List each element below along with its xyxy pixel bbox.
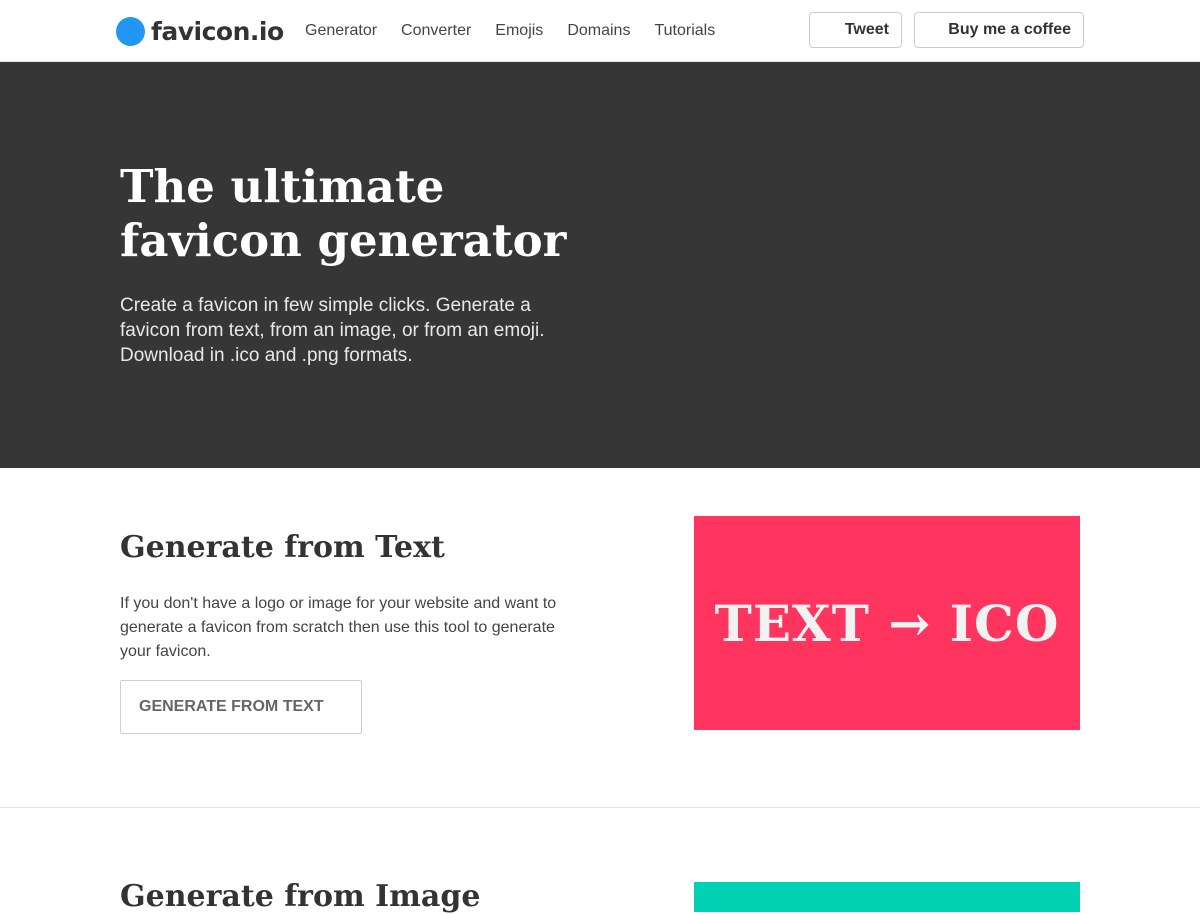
- hero-section: The ultimate favicon generator Create a …: [0, 62, 1200, 468]
- brand-name: favicon.io: [151, 16, 284, 46]
- hero-subtitle: Create a favicon in few simple clicks. G…: [120, 295, 545, 366]
- brand-logo-link[interactable]: favicon.io: [116, 14, 284, 48]
- image-to-ico-preview-image[interactable]: [694, 882, 1080, 912]
- nav-link-generator[interactable]: Generator: [305, 22, 377, 40]
- nav-link-converter[interactable]: Converter: [401, 22, 471, 40]
- nav-link-emojis[interactable]: Emojis: [495, 22, 543, 40]
- top-navbar: favicon.io Generator Converter Emojis Do…: [0, 0, 1200, 62]
- hero-title: The ultimate favicon generator: [120, 160, 567, 267]
- section-title: Generate from Text: [120, 530, 445, 565]
- section-description: If you don't have a logo or image for yo…: [120, 595, 557, 660]
- tweet-button[interactable]: Tweet: [809, 12, 902, 48]
- generate-from-text-button[interactable]: GENERATE FROM TEXT: [120, 680, 362, 734]
- nav-link-tutorials[interactable]: Tutorials: [654, 22, 715, 40]
- preview-label: TEXT → ICO: [714, 593, 1060, 653]
- nav-link-domains[interactable]: Domains: [567, 22, 630, 40]
- buy-me-a-coffee-button[interactable]: Buy me a coffee: [914, 12, 1084, 48]
- section-title: Generate from Image: [120, 879, 481, 914]
- brand-dot-icon: [116, 16, 145, 46]
- generate-from-image-section: Generate from Image: [0, 809, 1200, 914]
- main-nav: Generator Converter Emojis Domains Tutor…: [305, 0, 739, 62]
- text-to-ico-preview-image[interactable]: TEXT → ICO: [694, 516, 1080, 730]
- generate-from-text-section: Generate from Text If you don't have a l…: [0, 468, 1200, 808]
